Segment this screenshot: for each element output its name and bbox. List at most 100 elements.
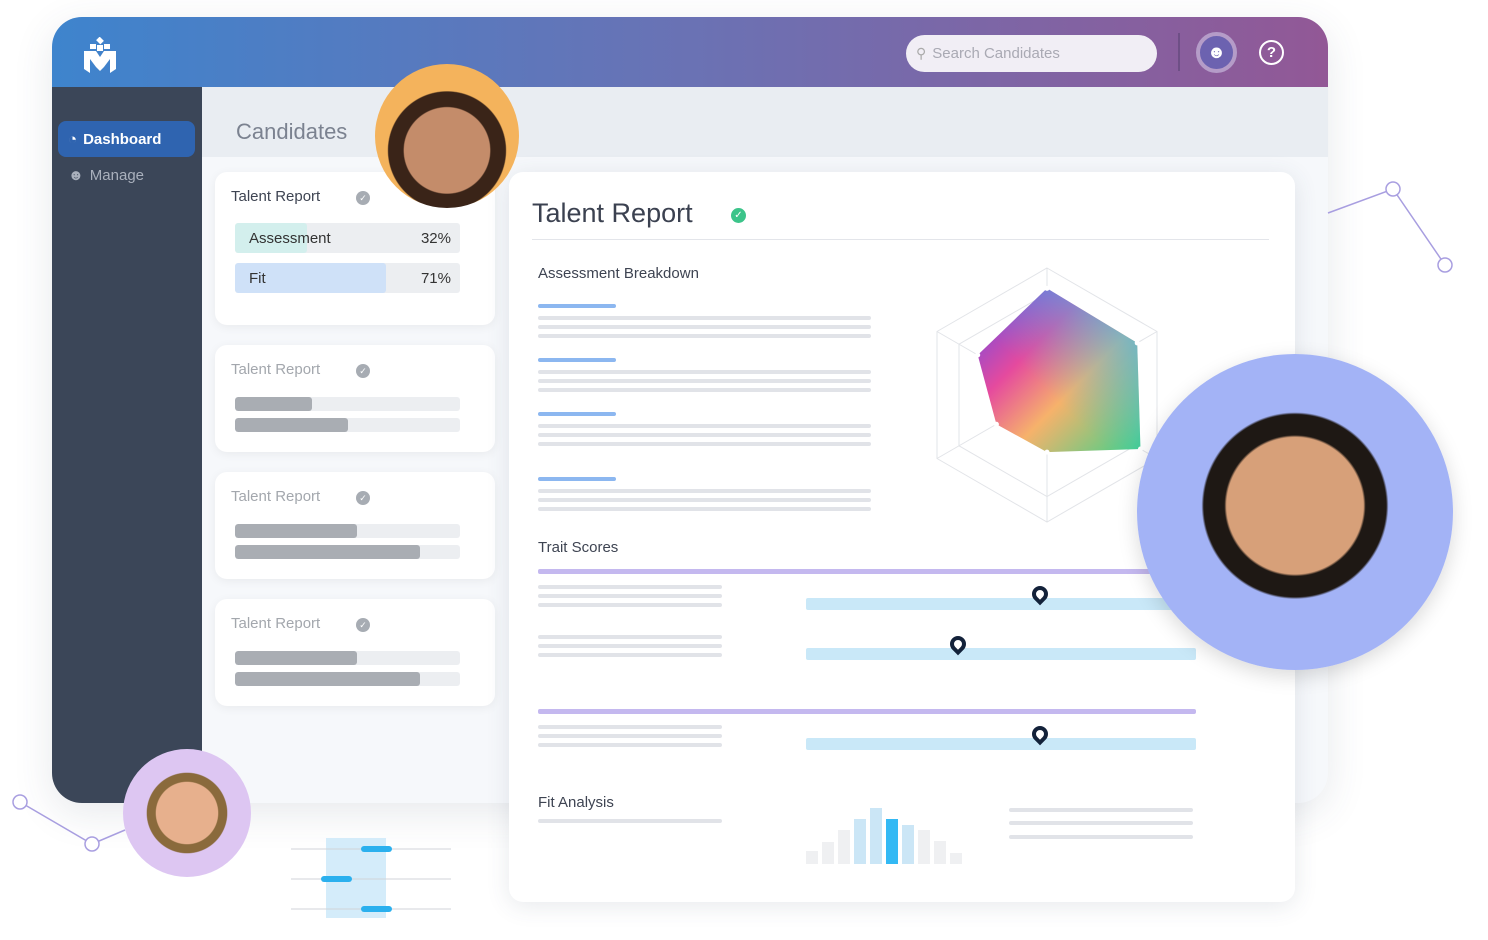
divider	[1178, 33, 1180, 71]
placeholder-line	[806, 598, 1196, 610]
placeholder-line	[538, 594, 722, 598]
check-icon: ✓	[356, 364, 370, 378]
placeholder-line	[538, 379, 871, 383]
check-icon: ✓	[356, 491, 370, 505]
placeholder-line	[538, 489, 871, 493]
verified-icon: ✓	[731, 208, 746, 223]
divider	[532, 239, 1269, 240]
placeholder-line	[538, 388, 871, 392]
section-title: Fit Analysis	[538, 794, 614, 811]
placeholder-line	[1009, 835, 1193, 839]
users-icon: ☻	[68, 166, 84, 184]
placeholder-line	[538, 507, 871, 511]
bar-value: 71%	[420, 270, 451, 287]
help-icon[interactable]: ?	[1259, 40, 1284, 65]
check-icon: ✓	[356, 618, 370, 632]
placeholder-line	[538, 316, 871, 320]
placeholder-line	[538, 370, 871, 374]
placeholder-line	[538, 635, 722, 639]
card-title: Talent Report	[231, 615, 321, 632]
histogram-bar	[918, 830, 930, 864]
fit-histogram	[806, 808, 962, 864]
section-title: Assessment Breakdown	[538, 265, 699, 282]
placeholder-line	[538, 304, 616, 308]
progress-bar	[235, 418, 460, 432]
radar-point	[975, 352, 981, 358]
radar-point	[993, 421, 999, 427]
progress-bar	[235, 545, 460, 559]
sidebar-item-manage[interactable]: ☻ Manage	[58, 157, 195, 193]
radar-point	[1044, 285, 1050, 291]
bar-label: Assessment	[249, 230, 331, 247]
placeholder-line	[538, 569, 1188, 574]
fit-bar: Fit 71%	[235, 263, 460, 293]
radar-point	[1044, 449, 1050, 455]
placeholder-line	[538, 433, 871, 437]
bar-value: 32%	[420, 230, 451, 247]
histogram-bar	[822, 842, 834, 864]
user-icon[interactable]: ☻	[1196, 32, 1237, 73]
histogram-bar	[934, 841, 946, 864]
placeholder-line	[538, 709, 1196, 714]
bar-label: Fit	[249, 270, 266, 287]
candidate-photo	[375, 64, 519, 208]
progress-bar	[235, 524, 460, 538]
progress-bar	[235, 651, 460, 665]
placeholder-line	[1009, 821, 1193, 825]
placeholder-line	[538, 743, 722, 747]
histogram-bar	[886, 819, 898, 864]
search-input[interactable]: ⚲ Search Candidates	[906, 35, 1157, 72]
candidate-photo	[1137, 354, 1453, 670]
assessment-bar: Assessment 32%	[235, 223, 460, 253]
placeholder-line	[538, 644, 722, 648]
candidate-card[interactable]: Talent Report ✓	[215, 599, 495, 706]
histogram-bar	[870, 808, 882, 864]
placeholder-line	[538, 334, 871, 338]
placeholder-line	[806, 738, 1196, 750]
placeholder-line	[538, 653, 722, 657]
placeholder-line	[538, 325, 871, 329]
histogram-bar	[838, 830, 850, 864]
radar-area	[977, 288, 1141, 453]
placeholder-line	[538, 498, 871, 502]
card-title: Talent Report	[231, 361, 321, 378]
radar-chart	[936, 267, 1158, 523]
placeholder-line	[538, 725, 722, 729]
card-title: Talent Report	[231, 188, 321, 205]
radar-point	[1134, 340, 1140, 346]
placeholder-line	[1009, 808, 1193, 812]
placeholder-line	[538, 358, 616, 362]
search-placeholder: Search Candidates	[932, 45, 1060, 62]
placeholder-line	[538, 734, 722, 738]
placeholder-line	[538, 442, 871, 446]
sidebar-item-dashboard[interactable]: ◔ Dashboard	[58, 121, 195, 157]
histogram-bar	[902, 825, 914, 864]
candidate-card[interactable]: Talent Report ✓	[215, 472, 495, 579]
card-title: Talent Report	[231, 488, 321, 505]
histogram-bar	[806, 851, 818, 864]
header: ⚲ Search Candidates ☻ ?	[52, 17, 1328, 87]
histogram-bar	[950, 853, 962, 864]
check-icon: ✓	[356, 191, 370, 205]
page-header: Candidates	[202, 87, 1328, 157]
sidebar-item-label: Manage	[89, 166, 145, 184]
search-icon: ⚲	[916, 45, 927, 61]
sidebar: ◔ Dashboard ☻ Manage	[52, 87, 202, 803]
candidate-photo	[123, 749, 251, 877]
logo-icon	[84, 37, 116, 73]
sidebar-item-label: Dashboard	[83, 130, 162, 148]
section-title: Trait Scores	[538, 539, 619, 556]
candidate-card[interactable]: Talent Report ✓	[215, 345, 495, 452]
radar-point	[1137, 446, 1143, 452]
placeholder-line	[538, 412, 616, 416]
page-title: Candidates	[236, 119, 348, 144]
placeholder-line	[538, 424, 871, 428]
progress-bar	[235, 397, 460, 411]
placeholder-line	[538, 819, 722, 823]
placeholder-line	[538, 585, 722, 589]
progress-bar	[235, 672, 460, 686]
placeholder-line	[806, 648, 1196, 660]
placeholder-line	[538, 603, 722, 607]
placeholder-line	[538, 477, 616, 481]
pie-chart-icon: ◔	[68, 130, 78, 148]
